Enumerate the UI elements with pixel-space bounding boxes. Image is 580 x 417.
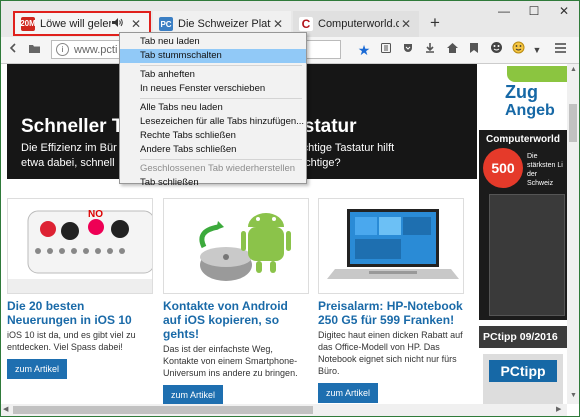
menu-item[interactable]: Tab stummschalten [120,49,306,63]
tab-favicon: C [299,17,313,31]
scroll-up-icon[interactable]: ▲ [570,66,577,73]
chevron-down-icon[interactable]: ▼ [528,41,546,59]
pctipp-brand: PCtipp [489,360,557,382]
scrollbar-thumb[interactable] [569,104,577,142]
scrollbar-thumb[interactable] [13,406,313,414]
save-icon[interactable] [465,41,483,59]
tab-title: Löwe will gelernt ... [40,17,111,30]
magazine-cover[interactable]: Computerworld 500 Die stärksten Li der S… [479,130,567,320]
pocket-icon[interactable] [399,41,417,59]
tab-favicon: 20M [20,16,36,31]
maximize-button[interactable]: ☐ [519,1,549,21]
tab-close-icon[interactable]: ✕ [271,17,285,31]
article-body: Digitec haut einen dicken Rabatt auf das… [318,330,463,376]
tab-favicon: PC [159,17,173,31]
menu-item[interactable]: Lesezeichen für alle Tabs hinzufügen... [120,115,306,129]
hero-title: Schneller Ti [21,116,129,137]
read-article-button[interactable]: zum Artikel [318,383,379,403]
close-window-button[interactable]: ✕ [549,1,579,21]
vertical-scrollbar[interactable]: ▲ ▼ [567,64,579,404]
pctipp-cover[interactable]: PCtipp [483,354,563,404]
menu-item[interactable]: Rechte Tabs schließen [120,129,306,143]
sidebar: Zug Angeb Computerworld 500 Die stärkste… [479,64,567,404]
article-title[interactable]: Die 20 besten Neuerungen in iOS 10 [7,299,153,327]
read-article-button[interactable]: zum Artikel [163,385,224,404]
article-title[interactable]: Preisalarm: HP-Notebook 250 G5 für 599 F… [318,299,464,327]
url-text: www.pcti [74,43,118,56]
menu-item[interactable]: Alle Tabs neu laden [120,101,306,115]
ad-text-2: Angeb [505,102,555,119]
menu-separator [140,159,302,160]
ad-text-1: Zug [505,82,538,102]
new-tab-button[interactable]: + [425,13,445,33]
magazine-number: 500 [483,148,523,188]
tab-close-icon[interactable]: ✕ [129,17,143,31]
home-icon[interactable] [443,41,461,59]
info-icon[interactable]: i [56,43,69,56]
menu-separator [140,98,302,99]
tab-title: Die Schweizer Plattfor... [178,18,271,30]
magazine-illustration [489,194,565,316]
menu-item: Geschlossenen Tab wiederherstellen [140,163,296,174]
folder-icon[interactable] [25,41,43,59]
scroll-right-icon[interactable]: ▶ [556,405,561,413]
article-card: Kontakte von Android auf iOS kopieren, s… [163,198,309,404]
download-icon[interactable] [421,41,439,59]
bookmark-star-icon[interactable]: ★ [355,41,373,59]
article-image[interactable]: NO [7,198,153,294]
menu-separator [140,65,302,66]
article-body: iOS 10 ist da, und es gibt viel zu entde… [7,330,136,352]
magazine-brand: Computerworld [486,134,560,145]
article-title[interactable]: Kontakte von Android auf iOS kopieren, s… [163,299,309,341]
reading-list-icon[interactable] [377,41,395,59]
article-image[interactable] [318,198,464,294]
hero-desc-2: etwa dabei, schnell [21,157,115,169]
article-image[interactable] [163,198,309,294]
magazine-caption: Die stärksten Li der Schweiz [527,153,563,187]
tab-computerworld[interactable]: C Computerworld.ch - ... ✕ [293,11,419,37]
svg-text:NO: NO [88,209,103,220]
ad-shape [507,66,567,82]
horizontal-scrollbar[interactable]: ◀ ▶ [1,404,567,416]
tab-close-icon[interactable]: ✕ [399,17,413,31]
minimize-button[interactable]: — [489,1,519,21]
ad-banner[interactable]: Zug Angeb [479,64,567,120]
tab-context-menu: Tab neu laden Tab stummschalten Tab anheft… [119,32,307,188]
menu-item[interactable]: Tab schließen [120,176,306,190]
menu-item[interactable]: Tab anheften [120,68,306,82]
menu-item[interactable]: Andere Tabs schließen [120,143,306,157]
article-card: Preisalarm: HP-Notebook 250 G5 für 599 F… [318,198,464,403]
read-article-button[interactable]: zum Artikel [7,359,68,379]
scroll-left-icon[interactable]: ◀ [3,405,8,413]
tab-title: Computerworld.ch - ... [318,18,399,30]
hero-desc-1: Die Effizienz im Bür [21,142,117,154]
emoji-icon[interactable] [487,41,505,59]
article-body: Das ist der einfachste Weg, Kontakte von… [163,344,298,378]
menu-item[interactable]: In neues Fenster verschieben [120,82,306,96]
article-card: NO Die 20 besten Neuerungen in iOS 10 iO… [7,198,153,379]
menu-item[interactable]: Tab neu laden [120,35,306,49]
pctipp-issue-label[interactable]: PCtipp 09/2016 [479,326,567,348]
window-controls: — ☐ ✕ [489,1,579,21]
emoji-addon-icon[interactable] [509,41,527,59]
scroll-down-icon[interactable]: ▼ [570,392,577,399]
speaker-icon[interactable] [111,17,125,31]
back-icon[interactable] [5,41,23,59]
browser-window: 20M Löwe will gelernt ... ✕ PC Die Schwe… [0,0,580,417]
menu-icon[interactable] [551,41,569,59]
